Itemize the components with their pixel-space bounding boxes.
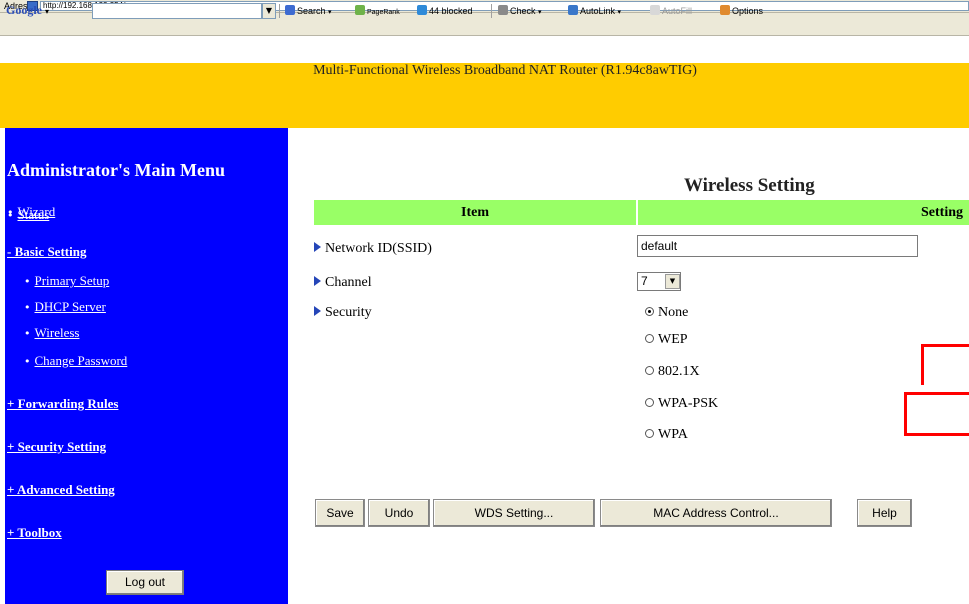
triangle-right-icon xyxy=(314,306,321,316)
mac-address-control-button[interactable]: MAC Address Control... xyxy=(600,499,832,527)
toolbar-blocked-label: 44 blocked xyxy=(429,6,473,16)
toolbar-autofill-label: AutoFill xyxy=(662,6,693,16)
autofill-icon xyxy=(650,5,660,15)
toolbar-autofill[interactable]: AutoFill xyxy=(650,3,692,19)
sidebar-subitem-label: DHCP Server xyxy=(34,299,106,314)
autolink-icon xyxy=(568,5,578,15)
radio-icon xyxy=(645,398,654,407)
toolbar-pagerank-label: PageRank xyxy=(367,9,400,16)
undo-button[interactable]: Undo xyxy=(368,499,430,527)
spellcheck-icon xyxy=(498,5,508,15)
sidebar-subitem-change-password[interactable]: • Change Password xyxy=(24,352,127,370)
save-button[interactable]: Save xyxy=(315,499,365,527)
bullet-icon: • xyxy=(24,355,31,368)
toolbar-search-button[interactable]: Search ▾ xyxy=(285,3,332,19)
sidebar-item-basic-setting[interactable]: - Basic Setting xyxy=(7,244,86,260)
wds-setting-button[interactable]: WDS Setting... xyxy=(433,499,595,527)
security-option-wpa-psk[interactable]: WPA-PSK xyxy=(645,396,718,412)
chevron-down-icon: ▾ xyxy=(538,8,542,16)
sidebar-item-wizard[interactable]: • Wizard xyxy=(7,203,55,221)
toolbar-divider xyxy=(491,4,492,18)
security-option-8021x[interactable]: 802.1X xyxy=(645,364,700,380)
bullet-icon: • xyxy=(7,206,14,219)
toolbar-divider xyxy=(279,4,280,18)
sidebar-item-security-setting[interactable]: + Security Setting xyxy=(7,439,106,455)
toolbar-popup-blocker[interactable]: 44 blocked xyxy=(417,3,473,19)
security-option-label: WPA xyxy=(658,427,688,442)
radio-selected-icon xyxy=(645,307,654,316)
security-option-wpa[interactable]: WPA xyxy=(645,427,688,443)
channel-row-label: Channel xyxy=(314,275,372,291)
sidebar-item-advanced-setting[interactable]: + Advanced Setting xyxy=(7,482,115,498)
pagerank-icon xyxy=(355,5,365,15)
toolbar-pagerank[interactable]: PageRank xyxy=(355,3,400,19)
sidebar-subitem-dhcp-server[interactable]: • DHCP Server xyxy=(24,298,106,316)
page-title: Wireless Setting xyxy=(684,175,815,196)
bullet-icon: • xyxy=(24,327,31,340)
security-option-label: WPA-PSK xyxy=(658,396,719,411)
column-header-setting: Setting xyxy=(638,200,969,225)
toolbar-options[interactable]: Options xyxy=(720,3,763,19)
radio-icon xyxy=(645,334,654,343)
sidebar-item-forwarding-rules[interactable]: + Forwarding Rules xyxy=(7,396,118,412)
toolbar-search-dropdown[interactable]: ▼ xyxy=(262,3,276,19)
bullet-icon: • xyxy=(24,301,31,314)
popup-blocker-icon xyxy=(417,5,427,15)
logout-button[interactable]: Log out xyxy=(106,570,184,595)
security-label: Security xyxy=(325,305,372,320)
help-button[interactable]: Help xyxy=(857,499,912,527)
sidebar-item-toolbox[interactable]: + Toolbox xyxy=(7,525,62,541)
google-search-icon xyxy=(285,5,295,15)
options-icon xyxy=(720,5,730,15)
annotation-mark xyxy=(904,392,907,436)
toolbar-autolink-label: AutoLink xyxy=(580,6,616,16)
sidebar-subitem-label: Change Password xyxy=(34,353,128,368)
radio-icon xyxy=(645,366,654,375)
google-logo-text: Google xyxy=(6,3,42,17)
sidebar-subitem-primary-setup[interactable]: • Primary Setup xyxy=(24,272,109,290)
toolbar-options-label: Options xyxy=(732,6,764,16)
chevron-down-icon: ▾ xyxy=(617,8,622,16)
sidebar-item-label: Wizard xyxy=(17,204,56,219)
toolbar-autolink[interactable]: AutoLink ▾ xyxy=(568,3,621,19)
chevron-down-icon: ▾ xyxy=(45,7,50,16)
channel-dropdown-button[interactable]: ▼ xyxy=(665,274,680,289)
bullet-icon: • xyxy=(24,275,31,288)
banner-title: Multi-Functional Wireless Broadband NAT … xyxy=(313,63,697,78)
channel-label: Channel xyxy=(325,275,372,290)
security-option-label: WEP xyxy=(658,332,688,347)
toolbar-search-input[interactable] xyxy=(92,3,262,19)
column-header-item: Item xyxy=(314,200,636,225)
annotation-mark xyxy=(921,344,924,385)
sidebar-subitem-label: Wireless xyxy=(34,325,80,340)
ssid-input[interactable]: default xyxy=(637,235,918,257)
security-option-wep[interactable]: WEP xyxy=(645,332,688,348)
security-option-label: None xyxy=(658,305,689,320)
sidebar-title: Administrator's Main Menu xyxy=(7,160,225,180)
chevron-down-icon: ▾ xyxy=(328,8,332,16)
google-logo[interactable]: Google ▾ xyxy=(6,3,49,18)
toolbar-spellcheck[interactable]: Check ▾ xyxy=(498,3,542,19)
sidebar-subitem-label: Primary Setup xyxy=(34,273,110,288)
annotation-mark xyxy=(904,433,969,436)
annotation-mark xyxy=(904,392,969,395)
sidebar-subitem-wireless[interactable]: • Wireless xyxy=(24,324,79,342)
ssid-label: Network ID(SSID) xyxy=(325,241,432,256)
security-option-none[interactable]: None xyxy=(645,305,688,321)
triangle-right-icon xyxy=(314,276,321,286)
channel-value: 7 xyxy=(641,274,648,288)
security-row-label: Security xyxy=(314,305,372,321)
triangle-right-icon xyxy=(314,242,321,252)
toolbar-search-label: Search xyxy=(297,6,326,16)
security-option-label: 802.1X xyxy=(658,364,700,379)
radio-icon xyxy=(645,429,654,438)
toolbar-check-label: Check xyxy=(510,6,536,16)
annotation-mark xyxy=(921,344,969,347)
ssid-row-label: Network ID(SSID) xyxy=(314,241,432,257)
